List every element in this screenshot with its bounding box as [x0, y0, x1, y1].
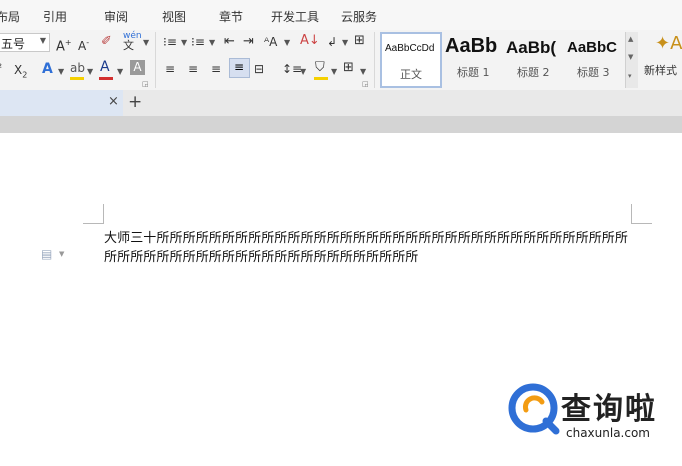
- paragraph-doc-icon[interactable]: ▤: [41, 247, 52, 261]
- new-style-icon[interactable]: ✦A: [655, 35, 682, 53]
- chaxunla-logo-icon: [508, 383, 560, 435]
- increase-indent-icon[interactable]: ⇥: [243, 34, 254, 50]
- decrease-indent-icon[interactable]: ⇤: [224, 34, 235, 50]
- doc-text-line-2[interactable]: 所所所所所所所所所所所所所所所所所所所所所所所所: [104, 246, 418, 265]
- align-center-icon[interactable]: ≡: [188, 61, 198, 77]
- chevron-down-icon[interactable]: ▼: [342, 35, 348, 51]
- bullets-icon[interactable]: ⁝≡: [163, 34, 177, 50]
- text-effect-icon[interactable]: A: [42, 61, 53, 77]
- highlight-icon[interactable]: ab: [70, 60, 85, 76]
- chevron-down-icon: ▼: [39, 36, 46, 45]
- chevron-down-icon[interactable]: ▼: [300, 64, 306, 80]
- font-color-icon[interactable]: A: [100, 59, 110, 75]
- highlight-color-bar: [70, 77, 84, 80]
- chevron-down-icon[interactable]: ▼: [58, 64, 64, 80]
- document-tabs: × +: [0, 90, 682, 116]
- chevron-down-icon[interactable]: ▼: [59, 250, 64, 258]
- tab-review[interactable]: 审阅: [104, 8, 128, 25]
- chevron-down-icon[interactable]: ▼: [117, 64, 123, 80]
- divider: [155, 32, 156, 88]
- grow-font-icon[interactable]: A+: [56, 35, 72, 55]
- chevron-down-icon[interactable]: ▼: [284, 35, 290, 51]
- tab-cloud-service[interactable]: 云服务: [341, 8, 377, 25]
- close-icon[interactable]: ×: [108, 94, 119, 109]
- doc-text-line-1[interactable]: 大师三十所所所所所所所所所所所所所所所所所所所所所所所所所所所所所所所所所所所所: [104, 227, 628, 246]
- scroll-up-icon[interactable]: ▲: [628, 35, 633, 43]
- chevron-down-icon[interactable]: ▼: [87, 64, 93, 80]
- margin-mark: [83, 223, 104, 224]
- chevron-down-icon[interactable]: ▼: [143, 35, 149, 51]
- justify-icon: ≡: [234, 60, 245, 74]
- numbering-icon[interactable]: ⁝≡: [191, 34, 205, 50]
- document-tab[interactable]: ×: [0, 90, 123, 116]
- borders-icon[interactable]: ⊞: [343, 60, 354, 76]
- add-tab-icon[interactable]: +: [128, 92, 142, 112]
- tab-references[interactable]: 引用: [43, 8, 67, 25]
- style-heading-1[interactable]: AaBb 标题 1: [443, 32, 503, 88]
- menu-bar: 布局 引用 审阅 视图 章节 开发工具 云服务: [0, 0, 682, 30]
- margin-mark: [103, 204, 104, 224]
- chevron-down-icon[interactable]: ▼: [181, 35, 187, 51]
- styles-scroller[interactable]: ▲ ▼ ▾: [625, 32, 638, 88]
- style-normal[interactable]: AaBbCcDd 正文: [380, 32, 442, 88]
- align-left-icon[interactable]: ≡: [165, 61, 175, 77]
- char-shading-icon[interactable]: A: [130, 60, 145, 75]
- distributed-icon[interactable]: ⊟: [254, 61, 264, 77]
- tab-layout[interactable]: 布局: [0, 8, 20, 25]
- phonetic-icon[interactable]: wén 文: [123, 31, 142, 52]
- font-size-value: 五号: [1, 37, 26, 51]
- chevron-down-icon[interactable]: ▼: [331, 64, 337, 80]
- shrink-font-icon[interactable]: A-: [78, 35, 89, 54]
- more-styles-icon[interactable]: ▾: [628, 72, 632, 80]
- style-heading-3[interactable]: AaBbC 标题 3: [565, 32, 623, 88]
- margin-mark: [631, 204, 632, 224]
- divider: [374, 32, 375, 88]
- sort-icon[interactable]: A↓: [300, 33, 320, 49]
- font-size-select[interactable]: 五号 ▼: [0, 33, 50, 52]
- tab-developer[interactable]: 开发工具: [271, 8, 319, 25]
- align-right-icon[interactable]: ≡: [211, 61, 221, 77]
- style-label: 正文: [400, 68, 422, 81]
- shading-color-bar: [314, 77, 328, 80]
- style-preview: AaBb: [445, 35, 498, 57]
- margin-mark: [631, 223, 652, 224]
- style-label: 标题 3: [577, 66, 610, 79]
- char-size-icon[interactable]: ᴬA: [264, 34, 277, 50]
- style-preview: AaBbCcDd: [385, 43, 435, 54]
- ribbon: 五号 ▼ A+ A- ✐ wén 文 ▼ ² X2 A ▼ ab ▼ A ▼ A …: [0, 30, 682, 90]
- subscript-icon[interactable]: X2: [14, 62, 27, 83]
- superscript-icon[interactable]: ²: [0, 61, 2, 77]
- clear-format-icon[interactable]: ✐: [101, 34, 112, 50]
- style-heading-2[interactable]: AaBb( 标题 2: [504, 32, 564, 88]
- scroll-down-icon[interactable]: ▼: [628, 53, 633, 61]
- show-marks-icon[interactable]: ↲: [327, 34, 337, 50]
- style-preview: AaBbC: [567, 39, 618, 56]
- chevron-down-icon[interactable]: ▼: [209, 35, 215, 51]
- style-label: 标题 1: [457, 66, 490, 79]
- shading-bucket-icon[interactable]: ⛉: [315, 60, 325, 76]
- style-label: 标题 2: [517, 66, 550, 79]
- font-color-bar: [99, 77, 113, 80]
- table-icon[interactable]: ⊞: [354, 33, 365, 49]
- tab-section[interactable]: 章节: [219, 8, 243, 25]
- watermark-title: 查询啦: [561, 392, 657, 427]
- tab-view[interactable]: 视图: [162, 8, 186, 25]
- workspace-border: [0, 116, 682, 133]
- style-preview: AaBb(: [506, 38, 557, 57]
- justify-button[interactable]: ≡: [229, 58, 250, 78]
- watermark-url: chaxunla.com: [566, 426, 650, 440]
- new-style-label[interactable]: 新样式: [644, 63, 677, 79]
